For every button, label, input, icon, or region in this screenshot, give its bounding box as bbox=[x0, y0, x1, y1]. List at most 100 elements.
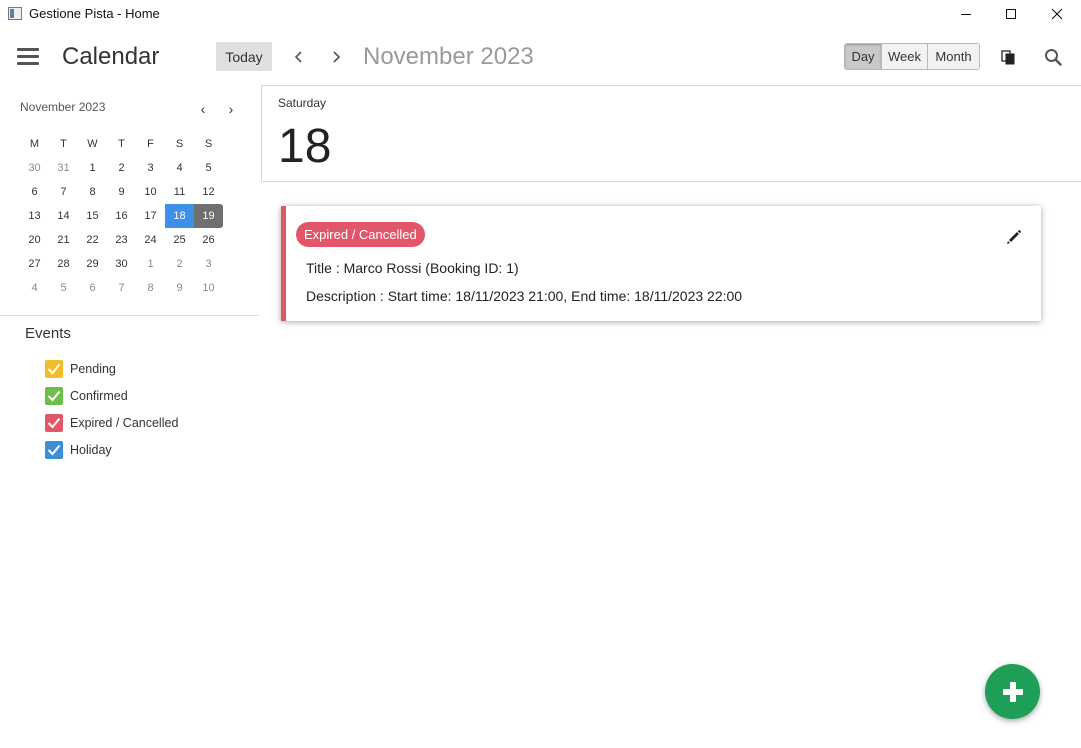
mini-day-cell[interactable]: 1 bbox=[136, 252, 165, 276]
mini-week-row: 20 21 22 23 24 25 26 bbox=[20, 228, 223, 252]
mini-day-cell[interactable]: 20 bbox=[20, 228, 49, 252]
view-switcher: Day Week Month bbox=[844, 43, 980, 70]
event-filter-label: Holiday bbox=[70, 443, 112, 457]
chevron-right-icon bbox=[333, 51, 341, 63]
mini-day-cell[interactable]: 27 bbox=[20, 252, 49, 276]
current-period-title: November 2023 bbox=[363, 43, 534, 70]
mini-calendar-title: November 2023 bbox=[20, 100, 106, 114]
prev-period-button[interactable] bbox=[291, 47, 307, 67]
checkbox-icon[interactable] bbox=[45, 414, 63, 432]
maximize-icon bbox=[1006, 9, 1016, 19]
mini-day-cell[interactable]: 30 bbox=[20, 156, 49, 180]
event-filter-label: Confirmed bbox=[70, 389, 128, 403]
mini-day-cell[interactable]: 14 bbox=[49, 204, 78, 228]
mini-day-cell[interactable]: 15 bbox=[78, 204, 107, 228]
mini-day-cell[interactable]: 3 bbox=[136, 156, 165, 180]
event-description: Description : Start time: 18/11/2023 21:… bbox=[306, 288, 743, 304]
mini-day-cell[interactable]: 18 bbox=[165, 204, 194, 228]
view-month-button[interactable]: Month bbox=[928, 44, 979, 69]
mini-day-cell[interactable]: 5 bbox=[194, 156, 223, 180]
hamburger-icon[interactable] bbox=[17, 48, 39, 66]
event-filter-item[interactable]: Expired / Cancelled bbox=[45, 414, 178, 432]
minimize-icon bbox=[961, 14, 971, 15]
mini-weekday-header: W bbox=[87, 138, 98, 150]
window-titlebar: Gestione Pista - Home bbox=[0, 0, 1081, 28]
app-title: Calendar bbox=[62, 43, 160, 70]
mini-day-cell[interactable]: 4 bbox=[165, 156, 194, 180]
pencil-icon[interactable] bbox=[1005, 228, 1023, 246]
next-period-button[interactable] bbox=[328, 47, 344, 67]
mini-day-cell[interactable]: 4 bbox=[20, 276, 49, 300]
mini-day-cell[interactable]: 7 bbox=[107, 276, 136, 300]
window-title: Gestione Pista - Home bbox=[29, 6, 160, 21]
mini-day-cell[interactable]: 26 bbox=[194, 228, 223, 252]
mini-day-cell[interactable]: 2 bbox=[165, 252, 194, 276]
mini-week-row: 13 14 15 16 17 18 19 bbox=[20, 204, 223, 228]
mini-day-cell[interactable]: 10 bbox=[136, 180, 165, 204]
mini-next-button[interactable]: › bbox=[225, 102, 237, 116]
mini-day-cell[interactable]: 28 bbox=[49, 252, 78, 276]
mini-weekday-header: F bbox=[147, 138, 154, 150]
mini-week-row: 27 28 29 30 1 2 3 bbox=[20, 252, 223, 276]
mini-day-cell[interactable]: 3 bbox=[194, 252, 223, 276]
mini-day-cell[interactable]: 23 bbox=[107, 228, 136, 252]
event-filter-label: Pending bbox=[70, 362, 116, 376]
mini-day-cell[interactable]: 13 bbox=[20, 204, 49, 228]
mini-day-cell[interactable]: 22 bbox=[78, 228, 107, 252]
mini-day-cell[interactable]: 31 bbox=[49, 156, 78, 180]
mini-day-cell[interactable]: 29 bbox=[78, 252, 107, 276]
mini-weekday-header: T bbox=[60, 138, 67, 150]
event-status-badge: Expired / Cancelled bbox=[296, 222, 425, 247]
checkbox-icon[interactable] bbox=[45, 387, 63, 405]
mini-day-cell[interactable]: 8 bbox=[78, 180, 107, 204]
mini-calendar-grid: M T W T F S S 30 31 1 2 3 4 5 6 7 8 9 10 11 12 13 14 15 16 17 18 19… bbox=[20, 132, 223, 300]
mini-prev-button[interactable]: ‹ bbox=[197, 102, 209, 116]
mini-day-cell[interactable]: 6 bbox=[20, 180, 49, 204]
mini-day-cell[interactable]: 11 bbox=[165, 180, 194, 204]
mini-day-cell[interactable]: 9 bbox=[107, 180, 136, 204]
today-button[interactable]: Today bbox=[216, 42, 272, 71]
checkbox-icon[interactable] bbox=[45, 441, 63, 459]
search-icon[interactable] bbox=[1043, 47, 1063, 67]
event-filter-item[interactable]: Pending bbox=[45, 360, 116, 378]
mini-day-cell[interactable]: 8 bbox=[136, 276, 165, 300]
mini-day-cell[interactable]: 25 bbox=[165, 228, 194, 252]
mini-day-cell[interactable]: 6 bbox=[78, 276, 107, 300]
mini-day-cell[interactable]: 16 bbox=[107, 204, 136, 228]
view-week-button[interactable]: Week bbox=[882, 44, 928, 69]
event-title: Title : Marco Rossi (Booking ID: 1) bbox=[306, 260, 519, 276]
mini-day-cell[interactable]: 5 bbox=[49, 276, 78, 300]
close-button[interactable] bbox=[1034, 0, 1080, 28]
close-icon bbox=[1051, 8, 1063, 20]
app-icon bbox=[8, 7, 22, 20]
maximize-button[interactable] bbox=[988, 0, 1034, 28]
plus-icon bbox=[1002, 681, 1023, 702]
mini-day-cell[interactable]: 21 bbox=[49, 228, 78, 252]
mini-day-cell[interactable]: 2 bbox=[107, 156, 136, 180]
mini-week-row: 30 31 1 2 3 4 5 bbox=[20, 156, 223, 180]
view-day-button[interactable]: Day bbox=[845, 44, 882, 69]
day-header: Saturday 18 bbox=[261, 85, 1081, 182]
event-filter-item[interactable]: Holiday bbox=[45, 441, 112, 459]
mini-day-cell[interactable]: 1 bbox=[78, 156, 107, 180]
mini-day-cell[interactable]: 19 bbox=[194, 204, 223, 228]
add-event-button[interactable] bbox=[985, 664, 1040, 719]
mini-day-cell[interactable]: 30 bbox=[107, 252, 136, 276]
mini-day-cell[interactable]: 17 bbox=[136, 204, 165, 228]
minimize-button[interactable] bbox=[943, 0, 989, 28]
mini-weekday-header: M bbox=[29, 138, 40, 150]
mini-weekday-header: S bbox=[204, 138, 213, 150]
events-section-title: Events bbox=[25, 325, 71, 342]
mini-day-cell[interactable]: 24 bbox=[136, 228, 165, 252]
day-number: 18 bbox=[278, 120, 332, 173]
copy-icon[interactable] bbox=[998, 47, 1018, 67]
event-filter-item[interactable]: Confirmed bbox=[45, 387, 128, 405]
mini-weekday-header: T bbox=[118, 138, 125, 150]
mini-week-row: 6 7 8 9 10 11 12 bbox=[20, 180, 223, 204]
mini-day-cell[interactable]: 12 bbox=[194, 180, 223, 204]
mini-day-cell[interactable]: 9 bbox=[165, 276, 194, 300]
checkbox-icon[interactable] bbox=[45, 360, 63, 378]
event-card[interactable]: Expired / Cancelled Title : Marco Rossi … bbox=[281, 206, 1041, 321]
mini-day-cell[interactable]: 7 bbox=[49, 180, 78, 204]
mini-day-cell[interactable]: 10 bbox=[194, 276, 223, 300]
